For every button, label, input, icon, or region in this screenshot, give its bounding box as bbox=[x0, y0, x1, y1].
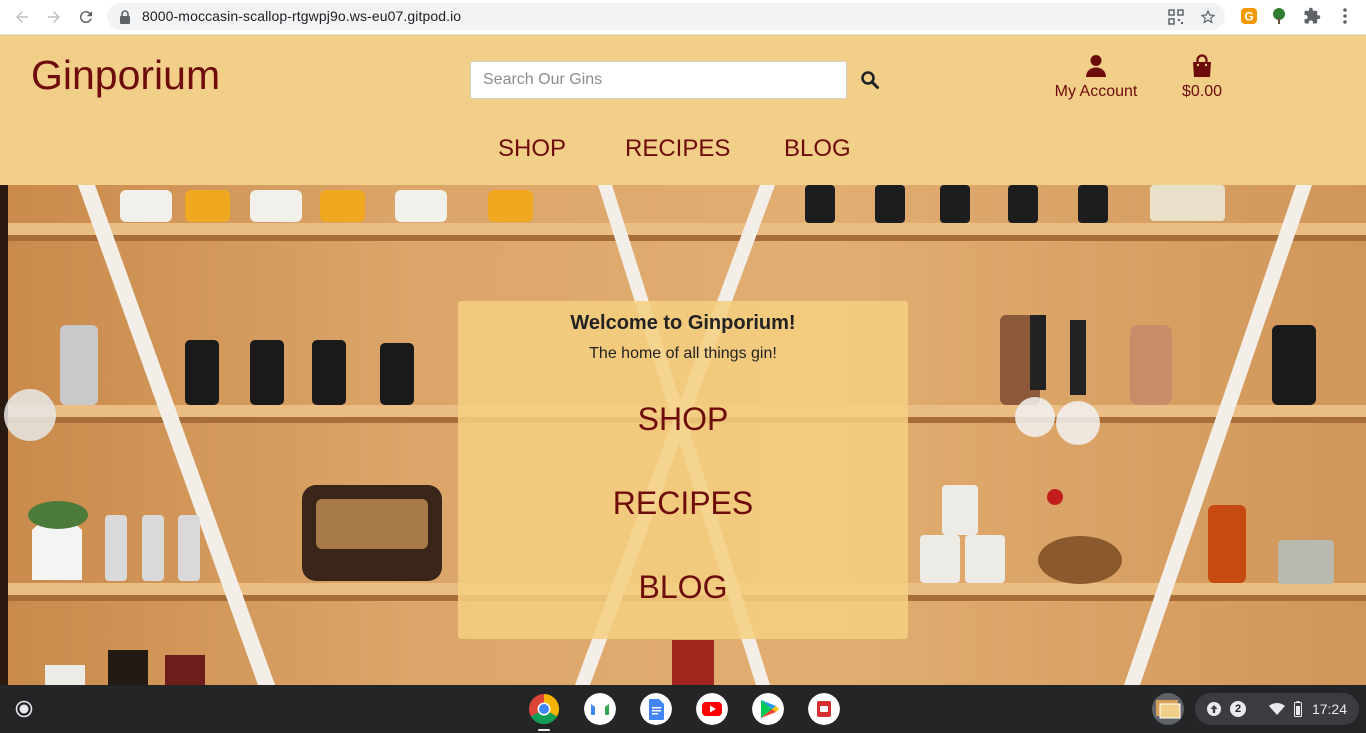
hero-blog-link[interactable]: BLOG bbox=[458, 569, 908, 606]
shopping-bag-icon bbox=[1193, 54, 1211, 77]
search-input[interactable] bbox=[470, 61, 847, 99]
welcome-title: Welcome to Ginporium! bbox=[570, 312, 796, 334]
os-taskbar: 2 17:24 bbox=[0, 685, 1366, 733]
site-header: Ginporium My Account $0.00 SHOP RECIPES … bbox=[0, 35, 1366, 185]
user-icon bbox=[1086, 55, 1106, 77]
system-tray[interactable]: 2 17:24 bbox=[1195, 693, 1359, 725]
welcome-subtitle: The home of all things gin! bbox=[589, 345, 777, 362]
extension-g-icon[interactable]: G bbox=[1240, 7, 1258, 25]
extension-tree-icon[interactable] bbox=[1270, 7, 1288, 25]
launcher-button[interactable] bbox=[9, 694, 39, 724]
active-app-indicator bbox=[538, 729, 550, 731]
nav-blog-link[interactable]: BLOG bbox=[784, 135, 851, 163]
bag-total: $0.00 bbox=[1181, 83, 1223, 100]
nav-recipes-link[interactable]: RECIPES bbox=[625, 135, 730, 163]
launcher-circle-icon bbox=[15, 700, 33, 718]
hero-section: Welcome to Ginporium! The home of all th… bbox=[0, 185, 1366, 685]
hero-shop-link[interactable]: SHOP bbox=[458, 401, 908, 438]
browser-toolbar: 8000-moccasin-scallop-rtgwpj9o.ws-eu07.g… bbox=[0, 0, 1366, 35]
arrow-right-icon bbox=[48, 11, 60, 23]
holding-space-thumbnail[interactable] bbox=[1152, 693, 1184, 725]
play-store-icon[interactable] bbox=[752, 693, 784, 725]
nav-shop-link[interactable]: SHOP bbox=[498, 135, 566, 163]
reload-icon bbox=[79, 11, 92, 24]
wifi-icon bbox=[1269, 702, 1285, 715]
hero-recipes-link[interactable]: RECIPES bbox=[458, 485, 908, 522]
extensions-puzzle-icon[interactable] bbox=[1303, 7, 1321, 25]
main-nav: SHOP RECIPES BLOG bbox=[0, 135, 1366, 165]
app-icon[interactable] bbox=[808, 693, 840, 725]
brand-logo-link[interactable]: Ginporium bbox=[31, 52, 220, 99]
star-icon[interactable] bbox=[1200, 9, 1216, 25]
welcome-card: Welcome to Ginporium! The home of all th… bbox=[458, 301, 908, 639]
svg-text:G: G bbox=[1244, 10, 1253, 24]
search-icon[interactable] bbox=[860, 70, 880, 90]
arrow-left-icon bbox=[16, 11, 28, 23]
url-text: 8000-moccasin-scallop-rtgwpj9o.ws-eu07.g… bbox=[142, 8, 462, 24]
my-account-link[interactable]: My Account bbox=[1046, 54, 1146, 101]
my-account-label: My Account bbox=[1054, 83, 1138, 100]
reload-button[interactable] bbox=[74, 6, 98, 28]
notification-count: 2 bbox=[1230, 701, 1246, 717]
back-button[interactable] bbox=[10, 6, 34, 28]
upload-icon bbox=[1207, 702, 1221, 716]
shopping-bag-link[interactable]: $0.00 bbox=[1172, 54, 1232, 101]
battery-icon bbox=[1294, 701, 1302, 717]
youtube-icon[interactable] bbox=[696, 693, 728, 725]
qr-code-icon[interactable] bbox=[1168, 9, 1184, 25]
lock-icon bbox=[120, 10, 130, 24]
gmail-icon[interactable] bbox=[584, 693, 616, 725]
chrome-icon[interactable] bbox=[528, 693, 560, 725]
more-menu-icon[interactable] bbox=[1336, 7, 1354, 25]
address-bar[interactable]: 8000-moccasin-scallop-rtgwpj9o.ws-eu07.g… bbox=[107, 3, 1225, 30]
clock-time: 17:24 bbox=[1311, 701, 1347, 717]
holding-space-icon bbox=[1156, 700, 1181, 719]
forward-button[interactable] bbox=[42, 6, 66, 28]
docs-icon[interactable] bbox=[640, 693, 672, 725]
